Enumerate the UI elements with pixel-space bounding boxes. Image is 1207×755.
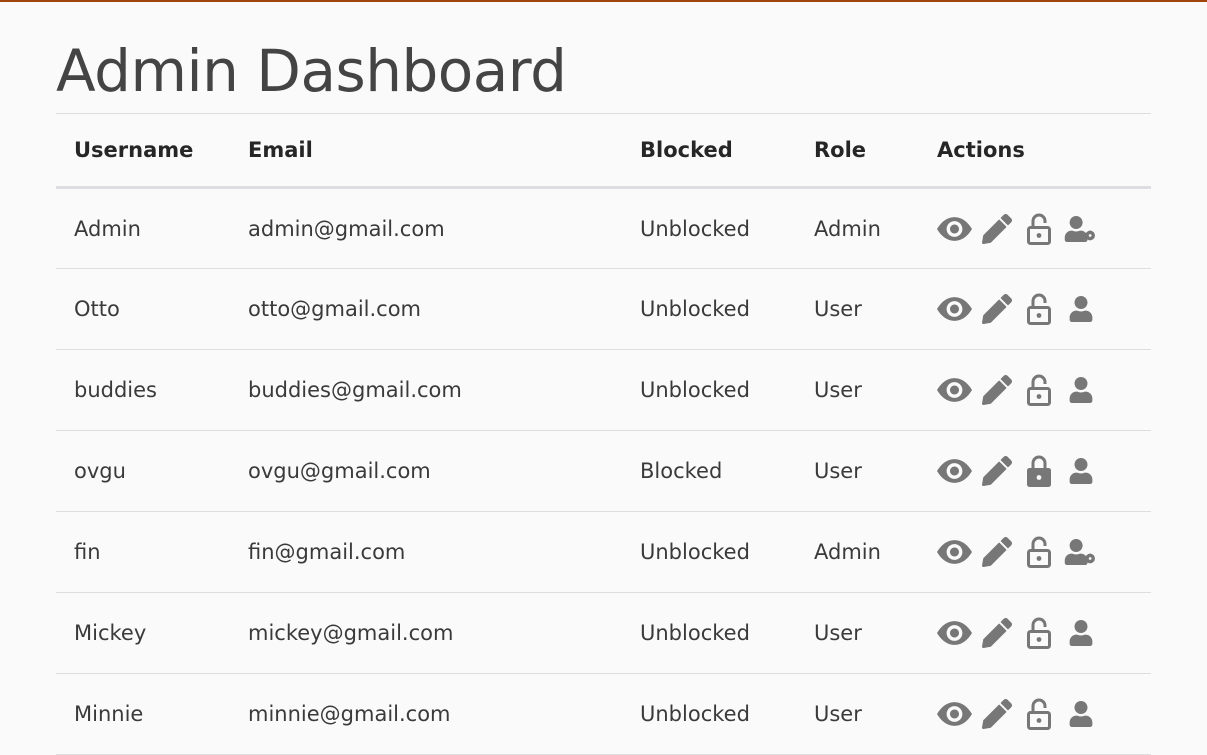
view-icon[interactable]: [937, 617, 972, 649]
table-row: fin fin@gmail.com Unblocked Admin: [56, 512, 1151, 593]
row-actions: [937, 292, 1151, 326]
cell-actions: [919, 593, 1151, 674]
page-title: Admin Dashboard: [56, 37, 567, 105]
users-table: Username Email Blocked Role Actions Admi…: [56, 113, 1151, 755]
cell-actions: [919, 350, 1151, 431]
cell-role: User: [814, 297, 862, 321]
cell-role: User: [814, 459, 862, 483]
view-icon[interactable]: [937, 536, 972, 568]
cell-role: User: [814, 378, 862, 402]
cell-username: Admin: [74, 216, 141, 241]
edit-icon[interactable]: [980, 455, 1014, 487]
table-row: Mickey mickey@gmail.com Unblocked User: [56, 593, 1151, 674]
header-row: Username Email Blocked Role Actions: [56, 113, 1151, 188]
edit-icon[interactable]: [980, 374, 1014, 406]
cell-actions: [919, 431, 1151, 512]
unlocked-icon[interactable]: [1022, 212, 1056, 246]
view-icon[interactable]: [937, 293, 972, 325]
cell-email: mickey@gmail.com: [248, 621, 454, 645]
view-icon[interactable]: [937, 213, 972, 245]
cell-username: ovgu: [74, 459, 126, 483]
cell-role: Admin: [814, 540, 881, 564]
user-icon[interactable]: [1064, 698, 1098, 730]
table-row: buddies buddies@gmail.com Unblocked User: [56, 350, 1151, 431]
cell-username: buddies: [74, 378, 157, 402]
table-header: Username Email Blocked Role Actions: [56, 113, 1151, 188]
row-actions: [937, 212, 1151, 246]
column-header-username: Username: [74, 138, 194, 162]
view-icon[interactable]: [937, 698, 972, 730]
edit-icon[interactable]: [980, 698, 1014, 730]
cell-blocked-status: Unblocked: [640, 702, 750, 726]
row-actions: [937, 373, 1151, 407]
cell-actions: [919, 269, 1151, 350]
unlocked-icon[interactable]: [1022, 373, 1056, 407]
cell-blocked-status: Unblocked: [640, 297, 750, 321]
cell-blocked-status: Blocked: [640, 459, 723, 483]
edit-icon[interactable]: [980, 617, 1014, 649]
cell-email: fin@gmail.com: [248, 540, 406, 564]
edit-icon[interactable]: [980, 213, 1014, 245]
column-header-email: Email: [248, 138, 313, 162]
row-actions: [937, 454, 1151, 488]
edit-icon[interactable]: [980, 536, 1014, 568]
cell-actions: [919, 674, 1151, 755]
table-body: Admin admin@gmail.com Unblocked Admin Otto ot…: [56, 188, 1151, 755]
cell-email: buddies@gmail.com: [248, 378, 462, 402]
row-actions: [937, 616, 1151, 650]
dashboard-container: Admin Dashboard Username Email Blocked R…: [56, 2, 1151, 755]
cell-blocked-status: Unblocked: [640, 216, 750, 241]
table-row: ovgu ovgu@gmail.com Blocked User: [56, 431, 1151, 512]
user-icon[interactable]: [1064, 293, 1098, 325]
user-icon[interactable]: [1064, 374, 1098, 406]
user-cog-icon[interactable]: [1064, 213, 1098, 245]
cell-blocked-status: Unblocked: [640, 378, 750, 402]
cell-username: Minnie: [74, 702, 144, 726]
unlocked-icon[interactable]: [1022, 292, 1056, 326]
row-actions: [937, 535, 1151, 569]
table-row: Otto otto@gmail.com Unblocked User: [56, 269, 1151, 350]
view-icon[interactable]: [937, 455, 972, 487]
edit-icon[interactable]: [980, 293, 1014, 325]
cell-actions: [919, 188, 1151, 269]
cell-username: Mickey: [74, 621, 147, 645]
cell-blocked-status: Unblocked: [640, 540, 750, 564]
unlocked-icon[interactable]: [1022, 616, 1056, 650]
cell-role: User: [814, 621, 862, 645]
cell-username: fin: [74, 540, 101, 564]
cell-email: minnie@gmail.com: [248, 702, 451, 726]
column-header-role: Role: [814, 138, 867, 162]
view-icon[interactable]: [937, 374, 972, 406]
cell-blocked-status: Unblocked: [640, 621, 750, 645]
unlocked-icon[interactable]: [1022, 697, 1056, 731]
column-header-actions: Actions: [937, 138, 1025, 162]
cell-email: ovgu@gmail.com: [248, 459, 431, 483]
column-header-blocked: Blocked: [640, 138, 733, 162]
cell-username: Otto: [74, 297, 120, 321]
cell-role: Admin: [814, 216, 881, 241]
user-cog-icon[interactable]: [1064, 536, 1098, 568]
unlocked-icon[interactable]: [1022, 535, 1056, 569]
cell-role: User: [814, 702, 862, 726]
row-actions: [937, 697, 1151, 731]
user-icon[interactable]: [1064, 455, 1098, 487]
cell-actions: [919, 512, 1151, 593]
cell-email: otto@gmail.com: [248, 297, 422, 321]
table-row: Admin admin@gmail.com Unblocked Admin: [56, 188, 1151, 269]
cell-email: admin@gmail.com: [248, 216, 445, 241]
locked-icon[interactable]: [1022, 454, 1056, 488]
user-icon[interactable]: [1064, 617, 1098, 649]
table-row: Minnie minnie@gmail.com Unblocked User: [56, 674, 1151, 755]
